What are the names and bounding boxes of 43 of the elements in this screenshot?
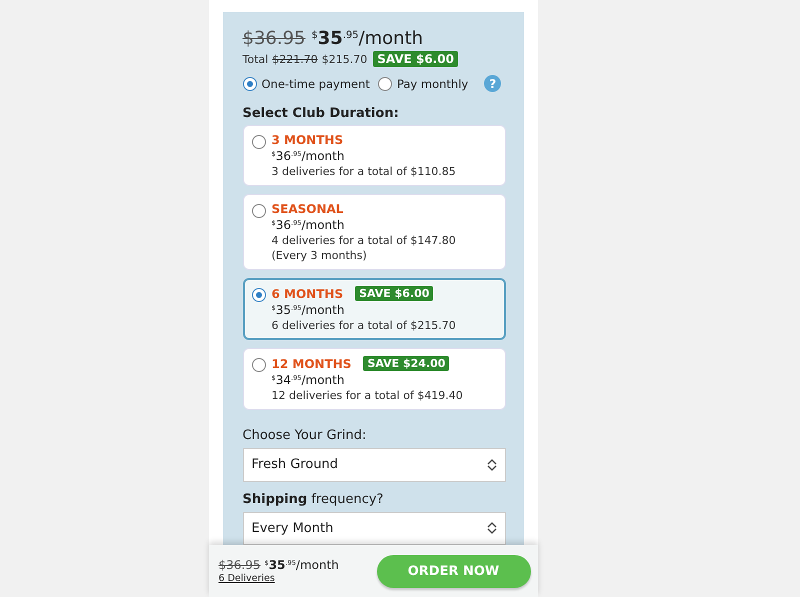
option-detail: (Every 3 months) [272,249,368,262]
shipping-select[interactable]: Every Month [242,512,506,545]
radio-button[interactable] [378,76,392,90]
option-title: 6 MONTHS [272,286,344,300]
option-price: $^{$}$34$^{.95}$/month [272,373,346,387]
chevron-updown-icon [486,458,496,471]
radio-button[interactable] [252,135,266,149]
total-price: $215.70 [322,52,368,66]
price: $^{$}$35$^{.95}$/month [264,558,339,572]
price: $^{$}$35$^{.95}$/month [311,28,424,49]
radio-button[interactable] [252,204,266,218]
duration-option[interactable]: SEASONAL $^{$}$36$^{.95}$/month 4 deliveries for a total of $147.80 (Every 3 months) [242,194,506,270]
radio-button[interactable] [252,358,266,372]
chevron-updown-icon [486,522,496,534]
option-price: $^{$}$35$^{.95}$/month [272,303,346,317]
section-heading: Select Club Duration: [242,106,400,121]
duration-option[interactable]: 12 MONTHS SAVE $24.00 $^{$}$34$^{.95}$/month 12 deliveries for a total of $419.40 [242,348,506,410]
payment-option[interactable]: One-time payment [242,76,370,90]
total-old-price: $221.70 [272,52,318,66]
option-title: SEASONAL [272,202,344,216]
option-detail: 4 deliveries for a total of $147.80 [272,234,456,247]
payment-option[interactable]: Pay monthly [378,76,468,90]
option-price: $^{$}$36$^{.95}$/month [272,149,346,163]
old-price: $36.95 [242,28,306,49]
save-badge: SAVE $6.00 [355,286,434,301]
save-badge: SAVE $6.00 [373,51,458,67]
radio-button[interactable] [242,76,256,90]
option-price: $^{$}$36$^{.95}$/month [272,218,346,232]
shipping-label: Shipping frequency? [242,492,384,506]
total-label: Total [242,52,268,66]
duration-option[interactable]: 6 MONTHS SAVE $6.00 $^{$}$35$^{.95}$/month 6 deliveries for a total of $215.70 [242,278,506,340]
grind-label: Choose Your Grind: [242,428,368,443]
option-detail: 3 deliveries for a total of $110.85 [272,165,456,178]
deliveries-link[interactable]: 6 Deliveries [218,573,339,584]
option-title: 3 MONTHS [272,133,344,147]
option-title: 12 MONTHS [272,356,352,370]
duration-option[interactable]: 3 MONTHS $^{$}$36$^{.95}$/month 3 deliveries for a total of $110.85 [242,125,506,186]
grind-select[interactable]: Fresh Ground [242,448,506,482]
radio-button[interactable] [252,288,266,302]
option-detail: 6 deliveries for a total of $215.70 [272,319,456,332]
option-detail: 12 deliveries for a total of $419.40 [272,389,463,402]
old-price: $36.95 [218,558,260,572]
save-badge: SAVE $24.00 [363,356,450,371]
